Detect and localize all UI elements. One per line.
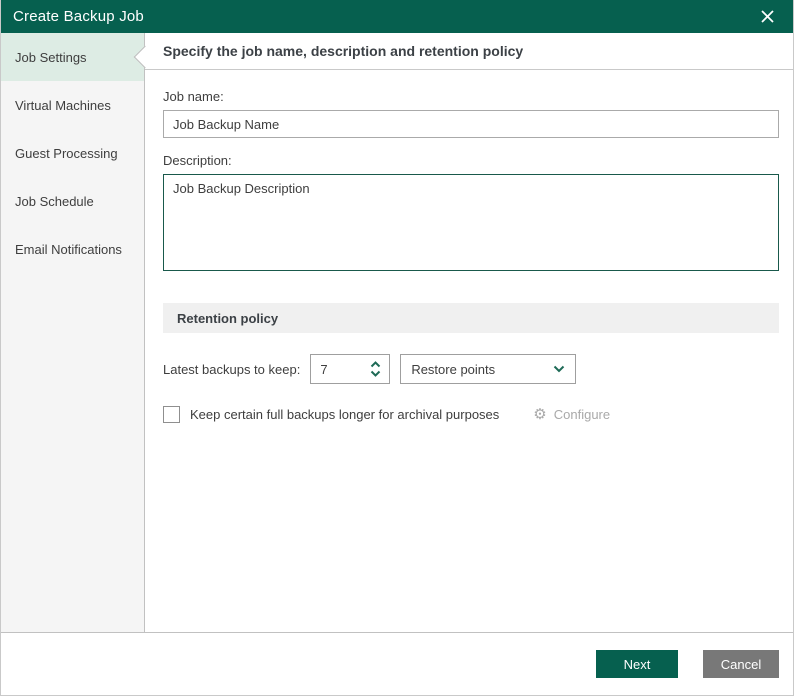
dialog-footer: Next Cancel (1, 632, 793, 695)
job-name-input[interactable] (163, 110, 779, 138)
archival-option-row: Keep certain full backups longer for arc… (163, 406, 779, 423)
description-label: Description: (163, 153, 779, 168)
sidebar-item-label: Job Schedule (15, 194, 94, 209)
retention-policy-title: Retention policy (177, 311, 278, 326)
dialog-body: Job Settings Virtual Machines Guest Proc… (1, 33, 793, 632)
job-settings-form: Job name: Description: Job Backup Descri… (145, 70, 793, 423)
sidebar-item-email-notifications[interactable]: Email Notifications (1, 225, 144, 273)
sidebar-item-label: Guest Processing (15, 146, 118, 161)
chevron-up-icon (370, 361, 381, 368)
backups-to-keep-value[interactable]: 7 (311, 362, 370, 377)
retention-unit-select[interactable]: Restore points (400, 354, 576, 384)
archival-checkbox[interactable] (163, 406, 180, 423)
create-backup-job-dialog: Create Backup Job Job Settings Virtual M… (0, 0, 794, 696)
sidebar-item-label: Job Settings (15, 50, 87, 65)
gear-icon: ⚙ (533, 407, 546, 422)
backups-to-keep-stepper[interactable]: 7 (310, 354, 390, 384)
chevron-down-icon (370, 370, 381, 377)
configure-button[interactable]: ⚙ Configure (533, 407, 610, 422)
sidebar-item-label: Email Notifications (15, 242, 122, 257)
close-button[interactable] (753, 4, 781, 30)
archival-checkbox-label: Keep certain full backups longer for arc… (190, 407, 499, 422)
stepper-arrows (370, 361, 389, 377)
configure-label: Configure (554, 407, 610, 422)
stepper-down-button[interactable] (370, 370, 381, 377)
retention-unit-value: Restore points (411, 362, 553, 377)
description-textarea[interactable]: Job Backup Description (163, 174, 779, 271)
sidebar-item-guest-processing[interactable]: Guest Processing (1, 129, 144, 177)
title-bar: Create Backup Job (1, 0, 793, 33)
retention-policy-section: Retention policy (163, 303, 779, 333)
sidebar-item-label: Virtual Machines (15, 98, 111, 113)
step-content: Specify the job name, description and re… (145, 33, 793, 632)
wizard-steps-sidebar: Job Settings Virtual Machines Guest Proc… (1, 33, 145, 632)
chevron-down-icon (553, 365, 565, 373)
next-button[interactable]: Next (596, 650, 678, 678)
sidebar-item-job-schedule[interactable]: Job Schedule (1, 177, 144, 225)
sidebar-item-job-settings[interactable]: Job Settings (1, 33, 144, 81)
backups-to-keep-row: Latest backups to keep: 7 (163, 354, 779, 384)
step-heading-row: Specify the job name, description and re… (145, 33, 793, 70)
backups-to-keep-label: Latest backups to keep: (163, 362, 300, 377)
cancel-button[interactable]: Cancel (703, 650, 779, 678)
sidebar-item-virtual-machines[interactable]: Virtual Machines (1, 81, 144, 129)
job-name-label: Job name: (163, 89, 779, 104)
close-icon (761, 10, 774, 23)
step-heading: Specify the job name, description and re… (163, 43, 523, 59)
window-title: Create Backup Job (13, 8, 144, 25)
stepper-up-button[interactable] (370, 361, 381, 368)
